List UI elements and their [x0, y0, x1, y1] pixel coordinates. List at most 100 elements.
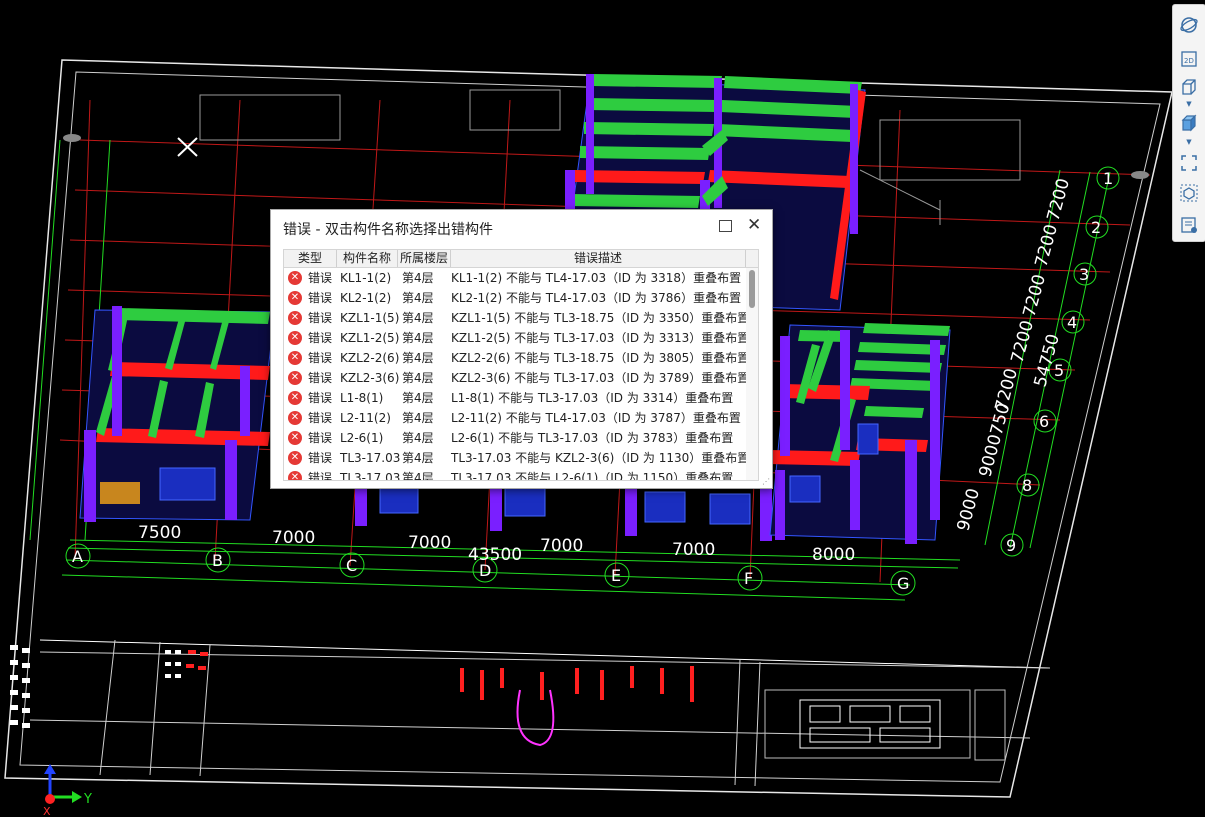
- axis-y-label: Y: [83, 792, 92, 807]
- table-row[interactable]: ✕ 错误 KZL1-2(5) 第4层 KZL1-2(5) 不能与 TL3-17.03（I…: [284, 328, 750, 348]
- chevron-down-icon[interactable]: ▼: [1185, 101, 1193, 108]
- table-row[interactable]: ✕ 错误 TL3-17.03 第4层 TL3-17.03 不能与 L2-6(1)（ID …: [284, 468, 746, 481]
- column-header-floor[interactable]: 所属楼层: [398, 250, 451, 267]
- cell-desc: KZL1-2(5) 不能与 TL3-17.03（ID 为 3313）重叠布置: [451, 331, 750, 345]
- axis-triad-icon: Y X: [43, 764, 92, 817]
- cell-desc: KZL1-1(5) 不能与 TL3-18.75（ID 为 3350）重叠布置: [451, 311, 750, 325]
- cell-name[interactable]: KL1-1(2): [340, 268, 391, 288]
- axis-label-e: E: [611, 566, 621, 585]
- resize-grip-icon[interactable]: ⋰: [762, 477, 770, 486]
- cell-name[interactable]: TL3-17.03: [340, 448, 400, 468]
- axis-label-2: 2: [1091, 218, 1101, 237]
- dim-text-right: 9000750: [976, 401, 1015, 479]
- cell-type: 错误: [308, 351, 333, 365]
- dim-text-right: 7200: [1044, 176, 1075, 223]
- table-row[interactable]: ✕ 错误 TL3-17.03 第4层 TL3-17.03 不能与 KZL2-3(6)（I…: [284, 448, 750, 468]
- cell-name[interactable]: KZL2-2(6): [340, 348, 399, 368]
- cell-type: 错误: [308, 371, 333, 385]
- fit-view-icon[interactable]: [1177, 151, 1201, 175]
- table-row[interactable]: ✕ 错误 L2-6(1) 第4层 L2-6(1) 不能与 TL3-17.03（ID 为 …: [284, 428, 746, 448]
- axis-label-3: 3: [1079, 265, 1089, 284]
- cell-name[interactable]: L1-8(1): [340, 388, 383, 408]
- table-row[interactable]: ✕ 错误 KZL1-1(5) 第4层 KZL1-1(5) 不能与 TL3-18.75（I…: [284, 308, 750, 328]
- dim-text: 7000: [540, 536, 583, 556]
- error-icon: ✕: [288, 431, 302, 445]
- cell-name[interactable]: KL2-1(2): [340, 288, 391, 308]
- cell-floor: 第4层: [402, 331, 434, 345]
- table-row[interactable]: ✕ 错误 KL1-1(2) 第4层 KL1-1(2) 不能与 TL4-17.03（ID …: [284, 268, 746, 288]
- cell-floor: 第4层: [402, 311, 434, 325]
- error-dialog[interactable]: 错误 - 双击构件名称选择出错构件 ✕ 类型 构件名称 所属楼层 错误描述 ✕ 错…: [270, 209, 773, 489]
- title-block: [29, 639, 1051, 787]
- error-table[interactable]: 类型 构件名称 所属楼层 错误描述 ✕ 错误 KL1-1(2) 第4层 KL1-1(2)…: [283, 249, 759, 481]
- table-row[interactable]: ✕ 错误 KZL2-2(6) 第4层 KZL2-2(6) 不能与 TL3-18.75（I…: [284, 348, 749, 368]
- table-row[interactable]: ✕ 错误 L2-11(2) 第4层 L2-11(2) 不能与 TL4-17.03（ID …: [284, 408, 746, 428]
- cell-floor: 第4层: [402, 371, 434, 385]
- column-header-type[interactable]: 类型: [284, 250, 337, 267]
- box-view-icon[interactable]: [1177, 75, 1201, 99]
- cell-name[interactable]: L2-11(2): [340, 408, 391, 428]
- cell-name[interactable]: KZL1-2(5): [340, 328, 399, 348]
- cell-desc: L1-8(1) 不能与 TL3-17.03（ID 为 3314）重叠布置: [451, 391, 734, 405]
- chevron-down-icon[interactable]: ▼: [1185, 139, 1193, 146]
- column-header-desc[interactable]: 错误描述: [451, 250, 746, 267]
- axis-label-a: A: [72, 547, 83, 566]
- scrollbar-thumb[interactable]: [749, 270, 755, 308]
- axis-label-f: F: [744, 569, 753, 588]
- table-row[interactable]: ✕ 错误 L1-8(1) 第4层 L1-8(1) 不能与 TL3-17.03（ID 为 …: [284, 388, 746, 408]
- cell-floor: 第4层: [402, 411, 434, 425]
- dim-text: 43500: [468, 545, 522, 565]
- cell-type: 错误: [308, 311, 333, 325]
- cube-view-icon[interactable]: [1177, 111, 1201, 135]
- error-icon: ✕: [288, 471, 302, 480]
- dim-text: 7500: [138, 523, 181, 543]
- dialog-title: 错误 - 双击构件名称选择出错构件: [283, 222, 493, 238]
- cell-type: 错误: [308, 291, 333, 305]
- axis-label-9: 9: [1006, 536, 1016, 555]
- cell-type: 错误: [308, 431, 333, 445]
- orbit-icon[interactable]: [1177, 13, 1201, 37]
- cell-floor: 第4层: [402, 291, 434, 305]
- cell-name[interactable]: KZL2-3(6): [340, 368, 399, 388]
- axis-label-d: D: [479, 561, 491, 580]
- cell-type: 错误: [308, 451, 333, 465]
- cell-type: 错误: [308, 331, 333, 345]
- dim-text: 7000: [272, 528, 315, 548]
- table-row[interactable]: ✕ 错误 KZL2-3(6) 第4层 KZL2-3(6) 不能与 TL3-17.03（I…: [284, 368, 750, 388]
- cell-name[interactable]: KZL1-1(5): [340, 308, 399, 328]
- maximize-icon[interactable]: [719, 220, 732, 232]
- cell-desc: TL3-17.03 不能与 L2-6(1)（ID 为 1150）重叠布置: [451, 471, 734, 481]
- dim-text-right: 7200: [1020, 272, 1051, 319]
- cell-type: 错误: [308, 271, 333, 285]
- properties-icon[interactable]: [1177, 213, 1201, 237]
- component-icon[interactable]: [1177, 181, 1201, 205]
- axis-label-6: 6: [1039, 412, 1049, 431]
- error-icon: ✕: [288, 271, 302, 285]
- site-plan-thumbnail: [799, 699, 941, 749]
- cell-type: 错误: [308, 471, 333, 481]
- axis-label-1: 1: [1103, 169, 1113, 188]
- cell-desc: TL3-17.03 不能与 KZL2-3(6)（ID 为 1130）重叠布置: [451, 451, 750, 465]
- axis-x-label: X: [43, 805, 51, 817]
- error-icon: ✕: [288, 351, 302, 365]
- scrollbar[interactable]: [746, 268, 758, 480]
- close-icon[interactable]: ✕: [747, 215, 761, 235]
- axis-label-4: 4: [1067, 313, 1077, 332]
- table-row[interactable]: ✕ 错误 KL2-1(2) 第4层 KL2-1(2) 不能与 TL4-17.03（ID …: [284, 288, 746, 308]
- cell-floor: 第4层: [402, 391, 434, 405]
- dim-text: 7000: [408, 533, 451, 553]
- cell-name[interactable]: TL3-17.03: [340, 468, 400, 480]
- error-icon: ✕: [288, 331, 302, 345]
- cell-floor: 第4层: [402, 431, 434, 445]
- cell-name[interactable]: L2-6(1): [340, 428, 383, 448]
- axis-label-g: G: [897, 574, 909, 593]
- axis-label-8: 8: [1022, 476, 1032, 495]
- table-header: 类型 构件名称 所属楼层 错误描述: [284, 250, 758, 268]
- column-header-name[interactable]: 构件名称: [337, 250, 398, 267]
- axis-label-c: C: [346, 556, 357, 575]
- cell-desc: KL1-1(2) 不能与 TL4-17.03（ID 为 3318）重叠布置: [451, 271, 742, 285]
- cell-desc: KZL2-3(6) 不能与 TL3-17.03（ID 为 3789）重叠布置: [451, 371, 750, 385]
- view-2d-icon[interactable]: 2D: [1177, 47, 1201, 71]
- error-icon: ✕: [288, 311, 302, 325]
- dim-text: 8000: [812, 545, 855, 565]
